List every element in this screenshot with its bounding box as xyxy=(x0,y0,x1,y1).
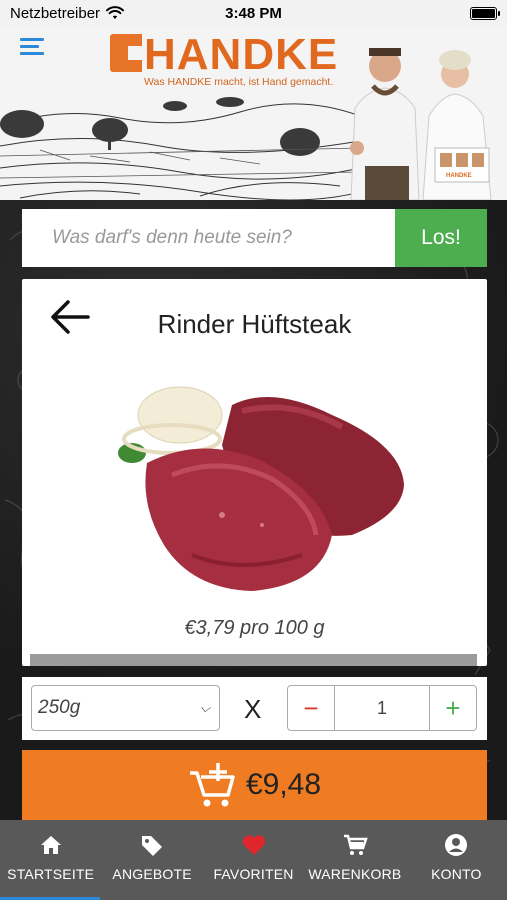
heart-icon xyxy=(242,835,265,855)
wifi-icon xyxy=(106,6,125,19)
price-per-100g: €3,79 pro 100 g xyxy=(184,617,325,639)
weight-select-value: 250g xyxy=(38,697,81,718)
butchers-photo: HANDKE xyxy=(350,48,492,200)
logo-mark xyxy=(110,34,142,72)
quantity-value[interactable]: 1 xyxy=(335,686,429,730)
product-image xyxy=(118,386,404,591)
increase-quantity-button[interactable]: + xyxy=(429,686,476,730)
menu-icon[interactable] xyxy=(20,38,44,56)
product-card: Rinder Hüftsteak €3,79 pro 100 g xyxy=(22,279,487,666)
logo-wordmark: HANDKE xyxy=(144,30,339,79)
decrease-quantity-button[interactable]: − xyxy=(288,686,335,730)
nav-label: KONTO xyxy=(431,866,482,882)
order-options: 250g ⌵ X − 1 + xyxy=(22,677,487,740)
tag-icon xyxy=(142,836,163,856)
box-label: HANDKE xyxy=(446,173,472,179)
nav-item-angebote[interactable]: ANGEBOTE xyxy=(101,820,202,900)
status-bar: Netzbetreiber 3:48 PM xyxy=(0,0,507,26)
cart-icon xyxy=(343,834,368,855)
landscape-illustration xyxy=(0,97,360,200)
handke-logo: HANDKE Was HANDKE macht, ist Hand gemach… xyxy=(110,30,340,88)
cart-total: €9,48 xyxy=(245,768,322,801)
chevron-down-icon: ⌵ xyxy=(200,700,210,715)
nav-label: WARENKORB xyxy=(308,866,402,882)
nav-item-warenkorb[interactable]: WARENKORB xyxy=(304,820,405,900)
nav-item-startseite[interactable]: STARTSEITE xyxy=(0,820,101,900)
add-to-cart-icon xyxy=(189,763,235,807)
quantity-stepper: − 1 + xyxy=(287,685,477,731)
add-to-cart-button[interactable]: €9,48 xyxy=(22,750,487,820)
search-bar: Was darf's denn heute sein? Los! xyxy=(22,209,487,267)
home-icon xyxy=(40,836,61,854)
bottom-nav: STARTSEITE ANGEBOTE FAVORITEN WARENKORB … xyxy=(0,820,507,900)
nav-label: FAVORITEN xyxy=(213,866,294,882)
account-icon xyxy=(445,834,468,856)
nav-item-konto[interactable]: KONTO xyxy=(406,820,507,900)
search-input[interactable]: Was darf's denn heute sein? xyxy=(22,209,395,267)
weight-select[interactable]: 250g ⌵ xyxy=(31,685,220,731)
multiply-sign: X xyxy=(244,694,262,724)
product-title: Rinder Hüftsteak xyxy=(157,309,352,339)
nav-label: ANGEBOTE xyxy=(112,866,192,882)
battery-icon xyxy=(470,6,500,20)
nav-item-favoriten[interactable]: FAVORITEN xyxy=(203,820,304,900)
header-banner: HANDKE Was HANDKE macht, ist Hand gemach… xyxy=(0,26,507,200)
nav-label: STARTSEITE xyxy=(7,866,95,882)
card-bottom-bar xyxy=(30,654,477,666)
carrier-label: Netzbetreiber xyxy=(10,4,101,22)
search-button[interactable]: Los! xyxy=(395,209,487,267)
